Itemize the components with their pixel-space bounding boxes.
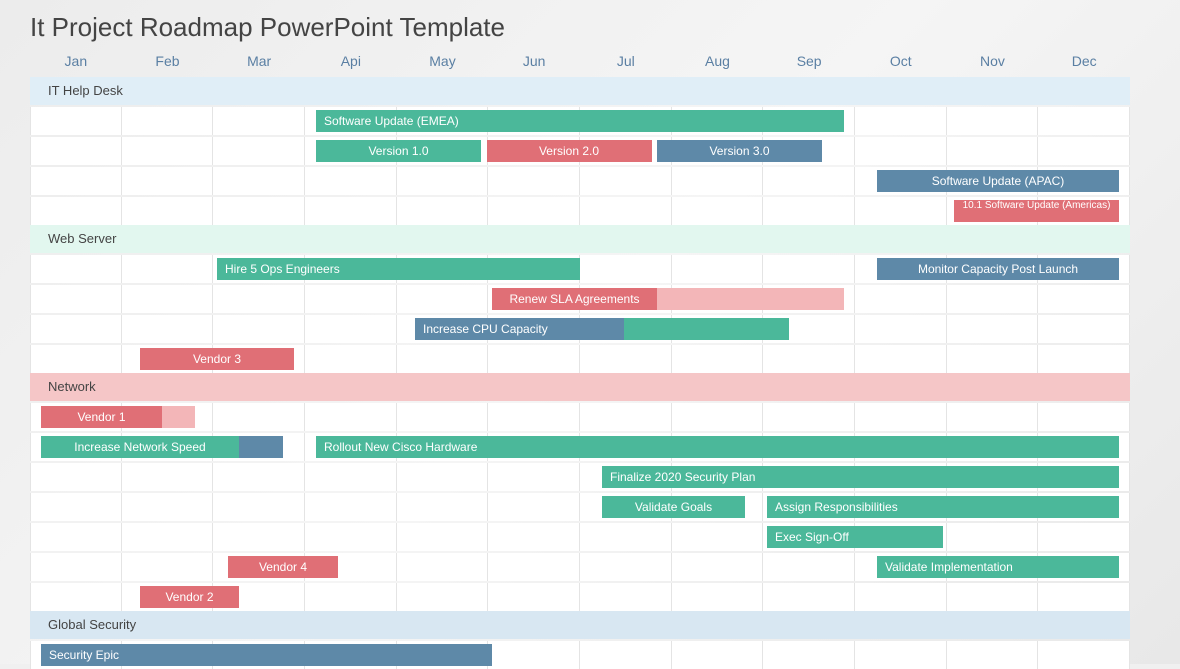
task-bar-validate-goals[interactable]: Validate Goals bbox=[602, 496, 745, 518]
month-label: Dec bbox=[1038, 53, 1130, 77]
task-bar-assign-responsibilities[interactable]: Assign Responsibilities bbox=[767, 496, 1119, 518]
task-bar-cisco-hardware[interactable]: Rollout New Cisco Hardware bbox=[316, 436, 1119, 458]
gantt-row: Software Update (EMEA) bbox=[30, 107, 1130, 135]
gantt-row: Version 1.0 Version 2.0 Version 3.0 bbox=[30, 137, 1130, 165]
month-label: Oct bbox=[855, 53, 947, 77]
section-header-global-security: Global Security bbox=[30, 611, 1130, 639]
page: It Project Roadmap PowerPoint Template J… bbox=[0, 0, 1180, 664]
task-bar-software-update-emea[interactable]: Software Update (EMEA) bbox=[316, 110, 844, 132]
task-bar-security-epic[interactable]: Security Epic bbox=[41, 644, 492, 666]
task-bar-vendor-4[interactable]: Vendor 4 bbox=[228, 556, 338, 578]
task-bar-version-2[interactable]: Version 2.0 bbox=[487, 140, 652, 162]
month-label: Aug bbox=[672, 53, 764, 77]
gantt-row: Exec Sign-Off bbox=[30, 523, 1130, 551]
task-bar-increase-cpu[interactable]: Increase CPU Capacity bbox=[415, 318, 624, 340]
gantt-row: Validate Goals Assign Responsibilities bbox=[30, 493, 1130, 521]
task-bar-vendor-3[interactable]: Vendor 3 bbox=[140, 348, 294, 370]
gantt-row: Vendor 1 bbox=[30, 403, 1130, 431]
gantt-row: Security Epic bbox=[30, 641, 1130, 669]
task-bar-version-3[interactable]: Version 3.0 bbox=[657, 140, 822, 162]
month-label: Api bbox=[305, 53, 397, 77]
month-label: Mar bbox=[213, 53, 305, 77]
gantt-row: Increase Network Speed Rollout New Cisco… bbox=[30, 433, 1130, 461]
gantt-row: Finalize 2020 Security Plan bbox=[30, 463, 1130, 491]
gantt-row: Software Update (APAC) bbox=[30, 167, 1130, 195]
task-bar-software-update-americas[interactable]: 10.1 Software Update (Americas) bbox=[954, 200, 1119, 222]
task-bar-version-1[interactable]: Version 1.0 bbox=[316, 140, 481, 162]
month-label: Jul bbox=[580, 53, 672, 77]
task-bar-vendor-2[interactable]: Vendor 2 bbox=[140, 586, 239, 608]
task-bar-security-plan[interactable]: Finalize 2020 Security Plan bbox=[602, 466, 1119, 488]
gantt-row: Increase CPU Capacity bbox=[30, 315, 1130, 343]
task-bar-software-update-apac[interactable]: Software Update (APAC) bbox=[877, 170, 1119, 192]
gantt-row: Vendor 4 Validate Implementation bbox=[30, 553, 1130, 581]
month-label: Feb bbox=[122, 53, 214, 77]
task-bar-renew-sla[interactable]: Renew SLA Agreements bbox=[492, 288, 657, 310]
task-bar-vendor-1[interactable]: Vendor 1 bbox=[41, 406, 162, 428]
task-bar-monitor-capacity[interactable]: Monitor Capacity Post Launch bbox=[877, 258, 1119, 280]
section-header-it-help-desk: IT Help Desk bbox=[30, 77, 1130, 105]
task-bar-hire-ops-engineers[interactable]: Hire 5 Ops Engineers bbox=[217, 258, 580, 280]
section-header-web-server: Web Server bbox=[30, 225, 1130, 253]
task-bar-validate-implementation[interactable]: Validate Implementation bbox=[877, 556, 1119, 578]
section-header-network: Network bbox=[30, 373, 1130, 401]
task-bar-network-speed[interactable]: Increase Network Speed bbox=[41, 436, 239, 458]
gantt-row: Vendor 2 bbox=[30, 583, 1130, 611]
month-header-row: Jan Feb Mar Api May Jun Jul Aug Sep Oct … bbox=[30, 53, 1130, 77]
page-title: It Project Roadmap PowerPoint Template bbox=[30, 12, 1150, 43]
gantt-row: 10.1 Software Update (Americas) bbox=[30, 197, 1130, 225]
task-bar-exec-signoff[interactable]: Exec Sign-Off bbox=[767, 526, 943, 548]
gantt-row: Hire 5 Ops Engineers Monitor Capacity Po… bbox=[30, 255, 1130, 283]
month-label: Jun bbox=[488, 53, 580, 77]
gantt-row: Vendor 3 bbox=[30, 345, 1130, 373]
month-label: Jan bbox=[30, 53, 122, 77]
gantt-chart: Jan Feb Mar Api May Jun Jul Aug Sep Oct … bbox=[30, 53, 1130, 669]
month-label: Nov bbox=[947, 53, 1039, 77]
gantt-row: Renew SLA Agreements bbox=[30, 285, 1130, 313]
month-label: Sep bbox=[763, 53, 855, 77]
month-label: May bbox=[397, 53, 489, 77]
